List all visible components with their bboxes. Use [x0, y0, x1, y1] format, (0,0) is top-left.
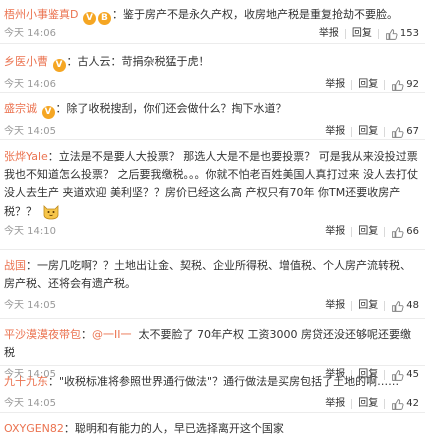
divider	[384, 80, 386, 90]
thumbs-up-icon	[392, 79, 404, 91]
comment-username[interactable]: 九十九东	[4, 375, 48, 388]
like-count: 42	[406, 398, 419, 409]
divider	[384, 127, 386, 137]
divider	[351, 80, 353, 90]
comment-item: 张烨Yale：立法是不是要人大投票？ 那选人大是不是也要投票？ 可是我从来没投过…	[0, 148, 425, 250]
comment-item: 乡医小曹 V ：古人云：苛捐杂税猛于虎！ 今天 14:06 举报 回复 92	[0, 53, 425, 93]
comment-meta: 今天 14:05 举报 回复 48	[4, 297, 419, 315]
comment-username[interactable]: 盛宗诚	[4, 102, 37, 115]
comment-username[interactable]: 平沙漠漠夜带包	[4, 328, 81, 341]
comment-username[interactable]: 战国	[4, 259, 26, 272]
like-count: 66	[406, 226, 419, 237]
comment-text-line: 九十九东："收税标准将参照世界通行做法"？通行做法是买房包括了土地的啊……	[4, 375, 400, 388]
reply-button[interactable]: 回复	[352, 25, 372, 43]
report-button[interactable]: 举报	[325, 123, 345, 141]
like-button[interactable]: 92	[391, 76, 419, 94]
comment-body: 鉴于房产不是永久产权，收房地产税是重复抢劫不要脸。	[122, 8, 398, 21]
comment-username[interactable]: 乡医小曹	[4, 55, 48, 68]
like-button[interactable]: 48	[391, 297, 419, 315]
report-button[interactable]: 举报	[325, 223, 345, 241]
comment-time: 今天 14:10	[4, 226, 56, 237]
comment-actions: 举报 回复 92	[325, 76, 419, 94]
verified-badge-icon: V	[82, 12, 96, 25]
comment-item: 战国：一房几吃啊？？土地出让金、契税、企业所得税、增值税、个人房产流转税、房产税…	[0, 257, 425, 319]
divider	[384, 399, 386, 409]
comment-body: 古人云：苛捐杂税猛于虎！	[77, 55, 210, 68]
like-button[interactable]: 66	[391, 223, 419, 241]
comment-time: 今天 14:05	[4, 126, 56, 137]
verified-badge-icon: V	[52, 59, 66, 72]
comment-text-line: 张烨Yale：立法是不是要人大投票？ 那选人大是不是也要投票？ 可是我从来没投过…	[4, 150, 418, 220]
report-button[interactable]: 举报	[319, 25, 339, 43]
like-button[interactable]: 153	[385, 25, 419, 43]
verified-badge-icon: V	[41, 106, 55, 119]
comment-text-line: 梧州小事鉴真D V B ：鉴于房产不是永久产权，收房地产税是重复抢劫不要脸。	[4, 8, 398, 25]
comment-body: 聪明和有能力的人，早已选择离开这个国家	[74, 422, 284, 435]
divider	[344, 29, 346, 39]
report-button[interactable]: 举报	[325, 76, 345, 94]
thumbs-up-icon	[392, 300, 404, 312]
comment-actions: 举报 回复 153	[319, 25, 419, 43]
comment-username[interactable]: OXYGEN82	[4, 422, 64, 435]
comment-body: 一房几吃啊？？土地出让金、契税、企业所得税、增值税、个人房产流转税、房产税、还将…	[4, 259, 411, 290]
like-button[interactable]: 42	[391, 395, 419, 413]
divider	[384, 301, 386, 311]
thumbs-up-icon	[392, 398, 404, 410]
report-button[interactable]: 举报	[325, 297, 345, 315]
cat-emoji-icon	[43, 205, 58, 220]
comment-time: 今天 14:05	[4, 300, 56, 311]
divider	[351, 301, 353, 311]
thumbs-up-icon	[386, 28, 398, 40]
comment-item: 盛宗诚 V ：除了收税搜刮，你们还会做什么？掏下水道？ 今天 14:05 举报 回…	[0, 100, 425, 140]
reply-button[interactable]: 回复	[358, 123, 378, 141]
comment-text-line: 乡医小曹 V ：古人云：苛捐杂税猛于虎！	[4, 55, 210, 72]
comment-time: 今天 14:05	[4, 398, 56, 409]
comment-actions: 举报 回复 42	[325, 395, 419, 413]
comment-body: "收税标准将参照世界通行做法"？通行做法是买房包括了土地的啊……	[59, 375, 400, 388]
comment-body: 立法是不是要人大投票？ 那选人大是不是也要投票？ 可是我从来没投过票我也不知道怎…	[4, 150, 418, 218]
comment-username[interactable]: 梧州小事鉴真D	[4, 8, 78, 21]
thumbs-up-icon	[392, 226, 404, 238]
report-button[interactable]: 举报	[325, 395, 345, 413]
comment-item: 梧州小事鉴真D V B ：鉴于房产不是永久产权，收房地产税是重复抢劫不要脸。 今天 …	[0, 6, 425, 44]
comment-actions: 举报 回复 48	[325, 297, 419, 315]
comment-actions: 举报 回复 66	[325, 223, 419, 241]
comment-feed: 梧州小事鉴真D V B ：鉴于房产不是永久产权，收房地产税是重复抢劫不要脸。 今天 …	[0, 0, 425, 442]
comment-meta: 今天 14:05 举报 回复 42	[4, 395, 419, 413]
divider	[351, 227, 353, 237]
comment-time: 今天 14:06	[4, 79, 56, 90]
comment-actions: 举报 回复 67	[325, 123, 419, 141]
comment-meta: 今天 14:10 举报 回复 66	[4, 223, 419, 241]
comment-body: 除了收税搜刮，你们还会做什么？掏下水道？	[66, 102, 287, 115]
comment-meta: 今天 14:06 举报 回复 153	[4, 25, 419, 43]
comment-item: 九十九东："收税标准将参照世界通行做法"？通行做法是买房包括了土地的啊…… 今天…	[0, 373, 425, 413]
like-count: 153	[399, 28, 419, 39]
comment-username[interactable]: 张烨Yale	[4, 150, 48, 163]
comment-meta: 今天 14:05 举报 回复 67	[4, 123, 419, 141]
like-count: 48	[406, 300, 419, 311]
member-badge-icon: B	[97, 12, 111, 25]
comment-text-line: 盛宗诚 V ：除了收税搜刮，你们还会做什么？掏下水道？	[4, 102, 287, 119]
comment-item: 平沙漠漠夜带包：@一II一 太不要脸了 70年产权 工资3000 房贷还没还够呢…	[0, 326, 425, 381]
thumbs-up-icon	[392, 126, 404, 138]
comment-meta: 今天 14:06 举报 回复 92	[4, 76, 419, 94]
like-count: 67	[406, 126, 419, 137]
reply-button[interactable]: 回复	[358, 223, 378, 241]
divider	[377, 29, 379, 39]
divider	[384, 227, 386, 237]
reply-button[interactable]: 回复	[358, 76, 378, 94]
comment-text-line: 平沙漠漠夜带包：@一II一 太不要脸了 70年产权 工资3000 房贷还没还够呢…	[4, 328, 411, 359]
comment-text-line: 战国：一房几吃啊？？土地出让金、契税、企业所得税、增值税、个人房产流转税、房产税…	[4, 259, 411, 290]
comment-item: OXYGEN82：聪明和有能力的人，早已选择离开这个国家	[4, 422, 284, 435]
comment-time: 今天 14:06	[4, 28, 56, 39]
divider	[351, 399, 353, 409]
reply-button[interactable]: 回复	[358, 395, 378, 413]
reply-button[interactable]: 回复	[358, 297, 378, 315]
like-button[interactable]: 67	[391, 123, 419, 141]
mention-link[interactable]: @一II一	[92, 328, 132, 341]
divider	[351, 127, 353, 137]
like-count: 92	[406, 79, 419, 90]
